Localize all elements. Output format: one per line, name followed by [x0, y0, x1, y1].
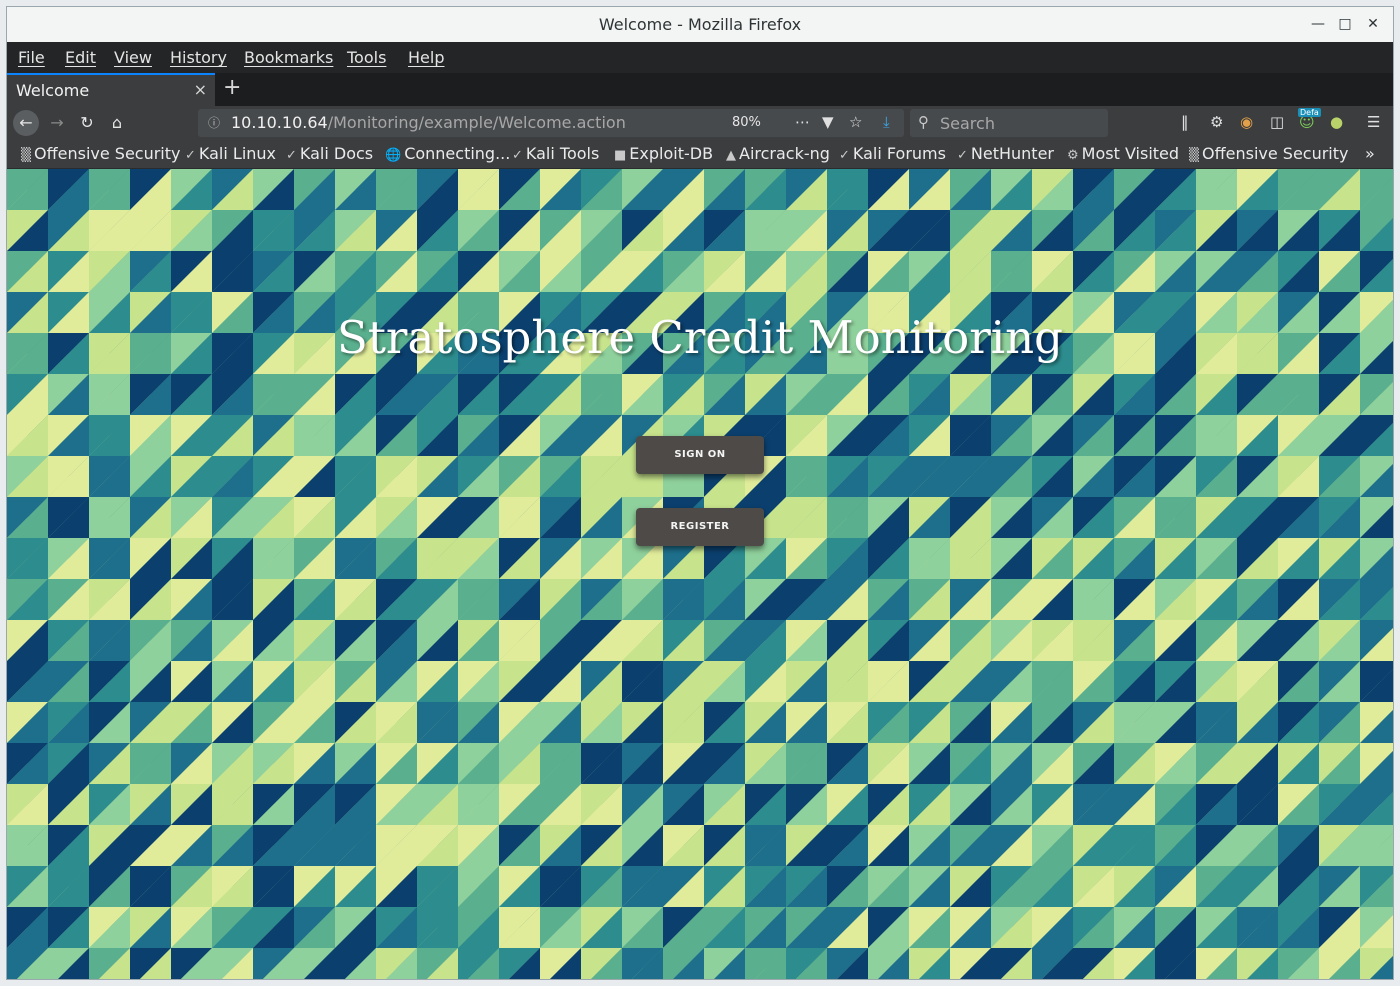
kali-icon: ✓ [957, 148, 968, 163]
search-icon: ⚲ [918, 113, 929, 131]
geometric-background [7, 169, 1393, 979]
reload-icon[interactable]: ↻ [74, 110, 100, 136]
tab-label: Welcome [16, 81, 90, 100]
download-icon[interactable]: ⤓ [883, 113, 890, 131]
window-titlebar: Welcome - Mozilla Firefox — □ ✕ [7, 7, 1393, 42]
home-icon[interactable]: ⌂ [104, 110, 130, 136]
new-tab-icon[interactable]: + [223, 75, 241, 100]
kali-icon: ✓ [185, 148, 196, 163]
bookmark-offensive-security-2[interactable]: ▒ Offensive Security [1189, 144, 1348, 163]
zoom-level[interactable]: 80% [732, 115, 761, 130]
tab-close-icon[interactable]: × [194, 80, 207, 99]
window-title: Welcome - Mozilla Firefox [598, 15, 802, 34]
extension-gear-icon[interactable]: ⚙ [1210, 113, 1223, 131]
badge: Defa [1298, 108, 1321, 117]
menu-bookmarks[interactable]: Bookmarks [244, 48, 333, 67]
bookmark-kali-linux[interactable]: ✓ Kali Linux [185, 144, 276, 163]
pocket-icon[interactable]: ▼ [822, 113, 834, 131]
sidebar-icon[interactable]: ◫ [1270, 113, 1284, 131]
library-icon[interactable]: ‖ [1181, 113, 1189, 131]
extension-icon[interactable]: ◉ [1240, 113, 1253, 131]
bookmark-star-icon[interactable]: ☆ [849, 113, 862, 131]
tab-strip: Welcome × + [7, 73, 1393, 106]
menu-bar: File Edit View History Bookmarks Tools H… [7, 42, 1393, 73]
hamburger-menu-icon[interactable]: ☰ [1367, 113, 1380, 131]
url-text[interactable]: 10.10.10.64/Monitoring/example/Welcome.a… [231, 113, 626, 132]
page-content: Stratosphere Credit Monitoring SIGN ON R… [7, 169, 1393, 979]
url-bar[interactable]: ⓘ 10.10.10.64/Monitoring/example/Welcome… [198, 109, 904, 137]
info-icon[interactable]: ⓘ [208, 114, 220, 131]
menu-tools[interactable]: Tools [347, 48, 386, 67]
bookmark-kali-forums[interactable]: ✓ Kali Forums [839, 144, 946, 163]
menu-edit[interactable]: Edit [65, 48, 96, 67]
offsec-icon: ▒ [21, 148, 31, 163]
search-bar[interactable]: ⚲ Search [910, 109, 1108, 137]
menu-view[interactable]: View [114, 48, 152, 67]
bookmarks-toolbar: ▒ Offensive Security ✓ Kali Linux ✓ Kali Do… [7, 140, 1393, 169]
close-window-icon[interactable]: ✕ [1362, 13, 1384, 35]
foxyproxy-icon[interactable]: ● [1330, 113, 1343, 131]
globe-icon: 🌐 [385, 148, 402, 163]
bookmark-offensive-security[interactable]: ▒ Offensive Security [21, 144, 180, 163]
bookmark-connecting[interactable]: 🌐 Connecting... [385, 144, 510, 163]
offsec-icon: ▒ [1189, 148, 1199, 163]
search-placeholder: Search [940, 114, 995, 133]
minimize-icon[interactable]: — [1307, 13, 1329, 35]
bookmarks-overflow-icon[interactable]: » [1365, 144, 1375, 163]
kali-icon: ✓ [286, 148, 297, 163]
kali-icon: ✓ [512, 148, 523, 163]
bookmark-aircrack-ng[interactable]: ▲ Aircrack-ng [726, 144, 830, 163]
sign-on-button[interactable]: SIGN ON [636, 436, 764, 474]
bookmark-kali-docs[interactable]: ✓ Kali Docs [286, 144, 373, 163]
kali-icon: ✓ [839, 148, 850, 163]
bookmark-kali-tools[interactable]: ✓ Kali Tools [512, 144, 599, 163]
bookmark-most-visited[interactable]: ⚙ Most Visited [1067, 144, 1179, 163]
page-heading: Stratosphere Credit Monitoring [337, 311, 1063, 364]
back-icon[interactable]: ← [13, 110, 39, 136]
menu-help[interactable]: Help [408, 48, 444, 67]
menu-file[interactable]: File [18, 48, 45, 67]
register-button[interactable]: REGISTER [636, 508, 764, 546]
navigation-toolbar: ← → ↻ ⌂ ⓘ 10.10.10.64/Monitoring/example… [7, 106, 1393, 140]
browser-window: Welcome - Mozilla Firefox — □ ✕ File Edi… [6, 6, 1394, 980]
url-host: 10.10.10.64 [231, 113, 328, 132]
menu-history[interactable]: History [170, 48, 227, 67]
bookmark-nethunter[interactable]: ✓ NetHunter [957, 144, 1054, 163]
aircrack-icon: ▲ [726, 148, 736, 163]
bookmark-exploit-db[interactable]: ■ Exploit-DB [614, 144, 713, 163]
exploitdb-icon: ■ [614, 148, 627, 163]
page-actions-icon[interactable]: ⋯ [795, 113, 810, 131]
maximize-icon[interactable]: □ [1334, 13, 1356, 35]
forward-icon[interactable]: → [44, 110, 70, 136]
tab-welcome[interactable]: Welcome × [7, 73, 215, 106]
gear-icon: ⚙ [1067, 148, 1079, 163]
url-path: /Monitoring/example/Welcome.action [327, 113, 626, 132]
